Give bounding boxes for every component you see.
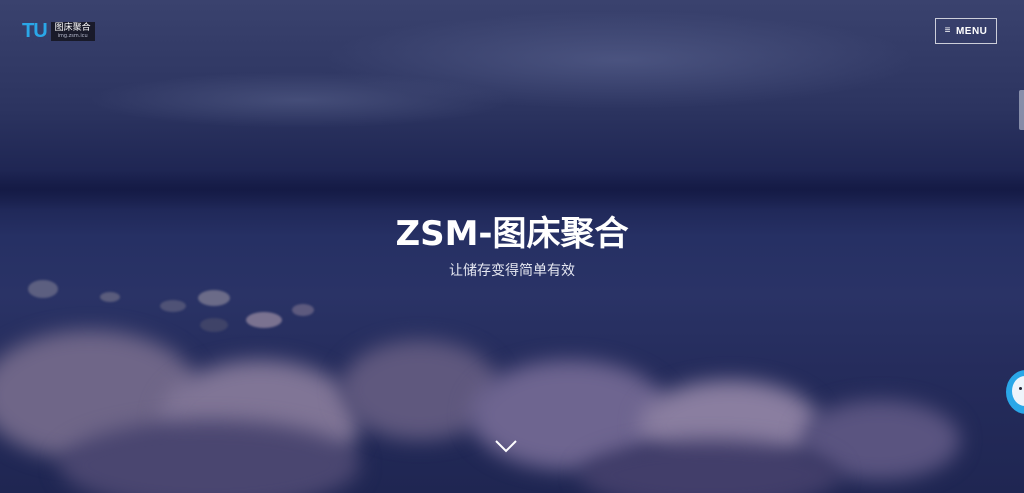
horizon-band [0, 170, 1024, 210]
logo-mark: TU [22, 20, 48, 42]
side-tab[interactable] [1019, 90, 1024, 130]
mascot-eye [1019, 387, 1022, 390]
page-subtitle: 让储存变得简单有效 [449, 263, 575, 279]
pebble [28, 280, 58, 298]
hamburger-icon: ≡ [944, 25, 951, 36]
pebble [198, 290, 230, 306]
page-title: ZSM-图床聚合 [395, 214, 629, 254]
logo-text: 图床聚合 img.zsm.icu [50, 21, 95, 41]
logo-name: 图床聚合 [54, 22, 91, 33]
chevron-down-icon [495, 440, 517, 453]
scroll-down-button[interactable] [494, 436, 518, 456]
menu-button[interactable]: ≡ MENU [935, 18, 997, 44]
site-logo[interactable]: TU 图床聚合 img.zsm.icu [22, 20, 95, 42]
pebble [292, 304, 314, 316]
logo-subtext: img.zsm.icu [57, 32, 88, 39]
mascot-avatar-icon [1012, 376, 1024, 406]
menu-label: MENU [955, 25, 988, 37]
pebble [160, 300, 186, 312]
pebble [246, 312, 282, 328]
pebble [100, 292, 120, 302]
pebble [200, 318, 228, 332]
